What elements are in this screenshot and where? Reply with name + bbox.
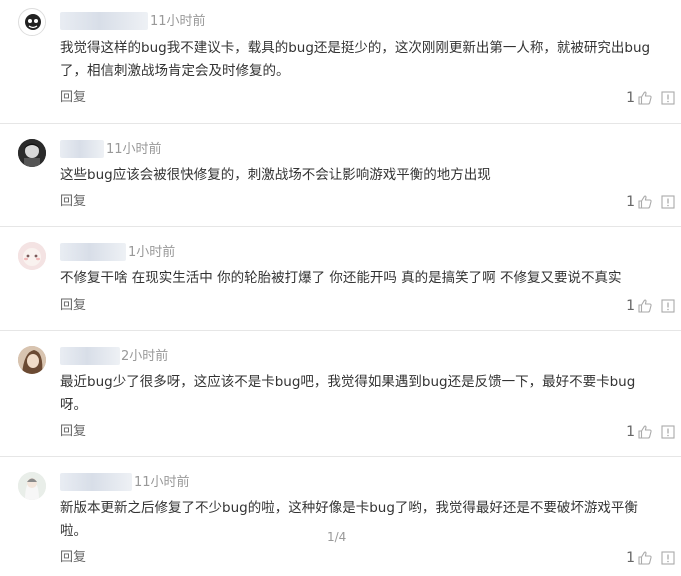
thumbs-up-icon[interactable] bbox=[637, 90, 653, 106]
like-count: 1 bbox=[626, 298, 635, 314]
comment-line: 新版本更新之后修复了不少bug的啦，这种好像是卡bug了哟，我觉得最好还是不要破… bbox=[60, 500, 638, 516]
page-indicator: 1/4 bbox=[327, 530, 347, 544]
thumbs-up-icon[interactable] bbox=[637, 194, 653, 210]
comment-text: 这些bug应该会被很快修复的，刺激战场不会让影响游戏平衡的地方出现 bbox=[60, 164, 660, 187]
like-count: 1 bbox=[626, 424, 635, 440]
reply-button[interactable]: 回复 bbox=[60, 297, 86, 315]
thumbs-up-icon[interactable] bbox=[637, 298, 653, 314]
comment-time: 11小时前 bbox=[150, 14, 206, 29]
comment-item: 11小时前 这些bug应该会被很快修复的，刺激战场不会让影响游戏平衡的地方出现 … bbox=[0, 124, 681, 227]
username-redacted[interactable] bbox=[60, 347, 120, 365]
avatar[interactable] bbox=[18, 242, 46, 270]
avatar-image bbox=[18, 139, 46, 167]
like-group: 1 bbox=[626, 297, 675, 315]
avatar[interactable] bbox=[18, 472, 46, 500]
comment-line: 这些bug应该会被很快修复的，刺激战场不会让影响游戏平衡的地方出现 bbox=[60, 167, 491, 183]
reply-button[interactable]: 回复 bbox=[60, 549, 86, 567]
username-redacted[interactable] bbox=[60, 473, 132, 491]
report-icon[interactable] bbox=[661, 551, 675, 565]
avatar-image bbox=[18, 472, 46, 500]
avatar[interactable] bbox=[18, 8, 46, 36]
avatar-image bbox=[18, 242, 46, 270]
like-group: 1 bbox=[626, 89, 675, 107]
report-icon[interactable] bbox=[661, 299, 675, 313]
comment-text: 我觉得这样的bug我不建议卡，载具的bug还是挺少的，这次刚刚更新出第一人称，就… bbox=[60, 37, 660, 83]
comment-line: 呀。 bbox=[60, 397, 87, 413]
username-redacted[interactable] bbox=[60, 243, 126, 261]
comment-text: 不修复干啥 在现实生活中 你的轮胎被打爆了 你还能开吗 真的是搞笑了啊 不修复又… bbox=[60, 267, 660, 290]
report-icon[interactable] bbox=[661, 425, 675, 439]
username-redacted[interactable] bbox=[60, 12, 148, 30]
comment-line: 最近bug少了很多呀，这应该不是卡bug吧，我觉得如果遇到bug还是反馈一下，最… bbox=[60, 374, 636, 390]
avatar-image bbox=[20, 10, 45, 35]
comment-item: 11小时前 新版本更新之后修复了不少bug的啦，这种好像是卡bug了哟，我觉得最… bbox=[0, 457, 681, 576]
like-count: 1 bbox=[626, 90, 635, 106]
avatar-image bbox=[18, 346, 46, 374]
comment-line: 不修复干啥 在现实生活中 你的轮胎被打爆了 你还能开吗 真的是搞笑了啊 不修复又… bbox=[60, 270, 622, 286]
avatar[interactable] bbox=[18, 346, 46, 374]
avatar[interactable] bbox=[18, 139, 46, 167]
reply-button[interactable]: 回复 bbox=[60, 423, 86, 441]
comment-time: 11小时前 bbox=[134, 475, 190, 490]
like-count: 1 bbox=[626, 550, 635, 566]
comment-text: 新版本更新之后修复了不少bug的啦，这种好像是卡bug了哟，我觉得最好还是不要破… bbox=[60, 497, 660, 543]
comment-item: 11小时前 我觉得这样的bug我不建议卡，载具的bug还是挺少的，这次刚刚更新出… bbox=[0, 0, 681, 124]
comment-time: 1小时前 bbox=[128, 245, 176, 260]
report-icon[interactable] bbox=[661, 195, 675, 209]
thumbs-up-icon[interactable] bbox=[637, 550, 653, 566]
comment-line: 我觉得这样的bug我不建议卡，载具的bug还是挺少的，这次刚刚更新出第一人称，就… bbox=[60, 40, 651, 56]
like-group: 1 bbox=[626, 549, 675, 567]
report-icon[interactable] bbox=[661, 91, 675, 105]
comment-item: 1小时前 不修复干啥 在现实生活中 你的轮胎被打爆了 你还能开吗 真的是搞笑了啊… bbox=[0, 227, 681, 331]
comment-line: 了，相信刺激战场肯定会及时修复的。 bbox=[60, 63, 290, 79]
reply-button[interactable]: 回复 bbox=[60, 89, 86, 107]
comment-item: 2小时前 最近bug少了很多呀，这应该不是卡bug吧，我觉得如果遇到bug还是反… bbox=[0, 331, 681, 457]
username-redacted[interactable] bbox=[60, 140, 104, 158]
like-count: 1 bbox=[626, 194, 635, 210]
comment-line: 啦。 bbox=[60, 523, 87, 539]
like-group: 1 bbox=[626, 423, 675, 441]
thumbs-up-icon[interactable] bbox=[637, 424, 653, 440]
reply-button[interactable]: 回复 bbox=[60, 193, 86, 211]
like-group: 1 bbox=[626, 193, 675, 211]
comment-time: 11小时前 bbox=[106, 142, 162, 157]
comment-time: 2小时前 bbox=[121, 349, 169, 364]
comment-text: 最近bug少了很多呀，这应该不是卡bug吧，我觉得如果遇到bug还是反馈一下，最… bbox=[60, 371, 660, 417]
